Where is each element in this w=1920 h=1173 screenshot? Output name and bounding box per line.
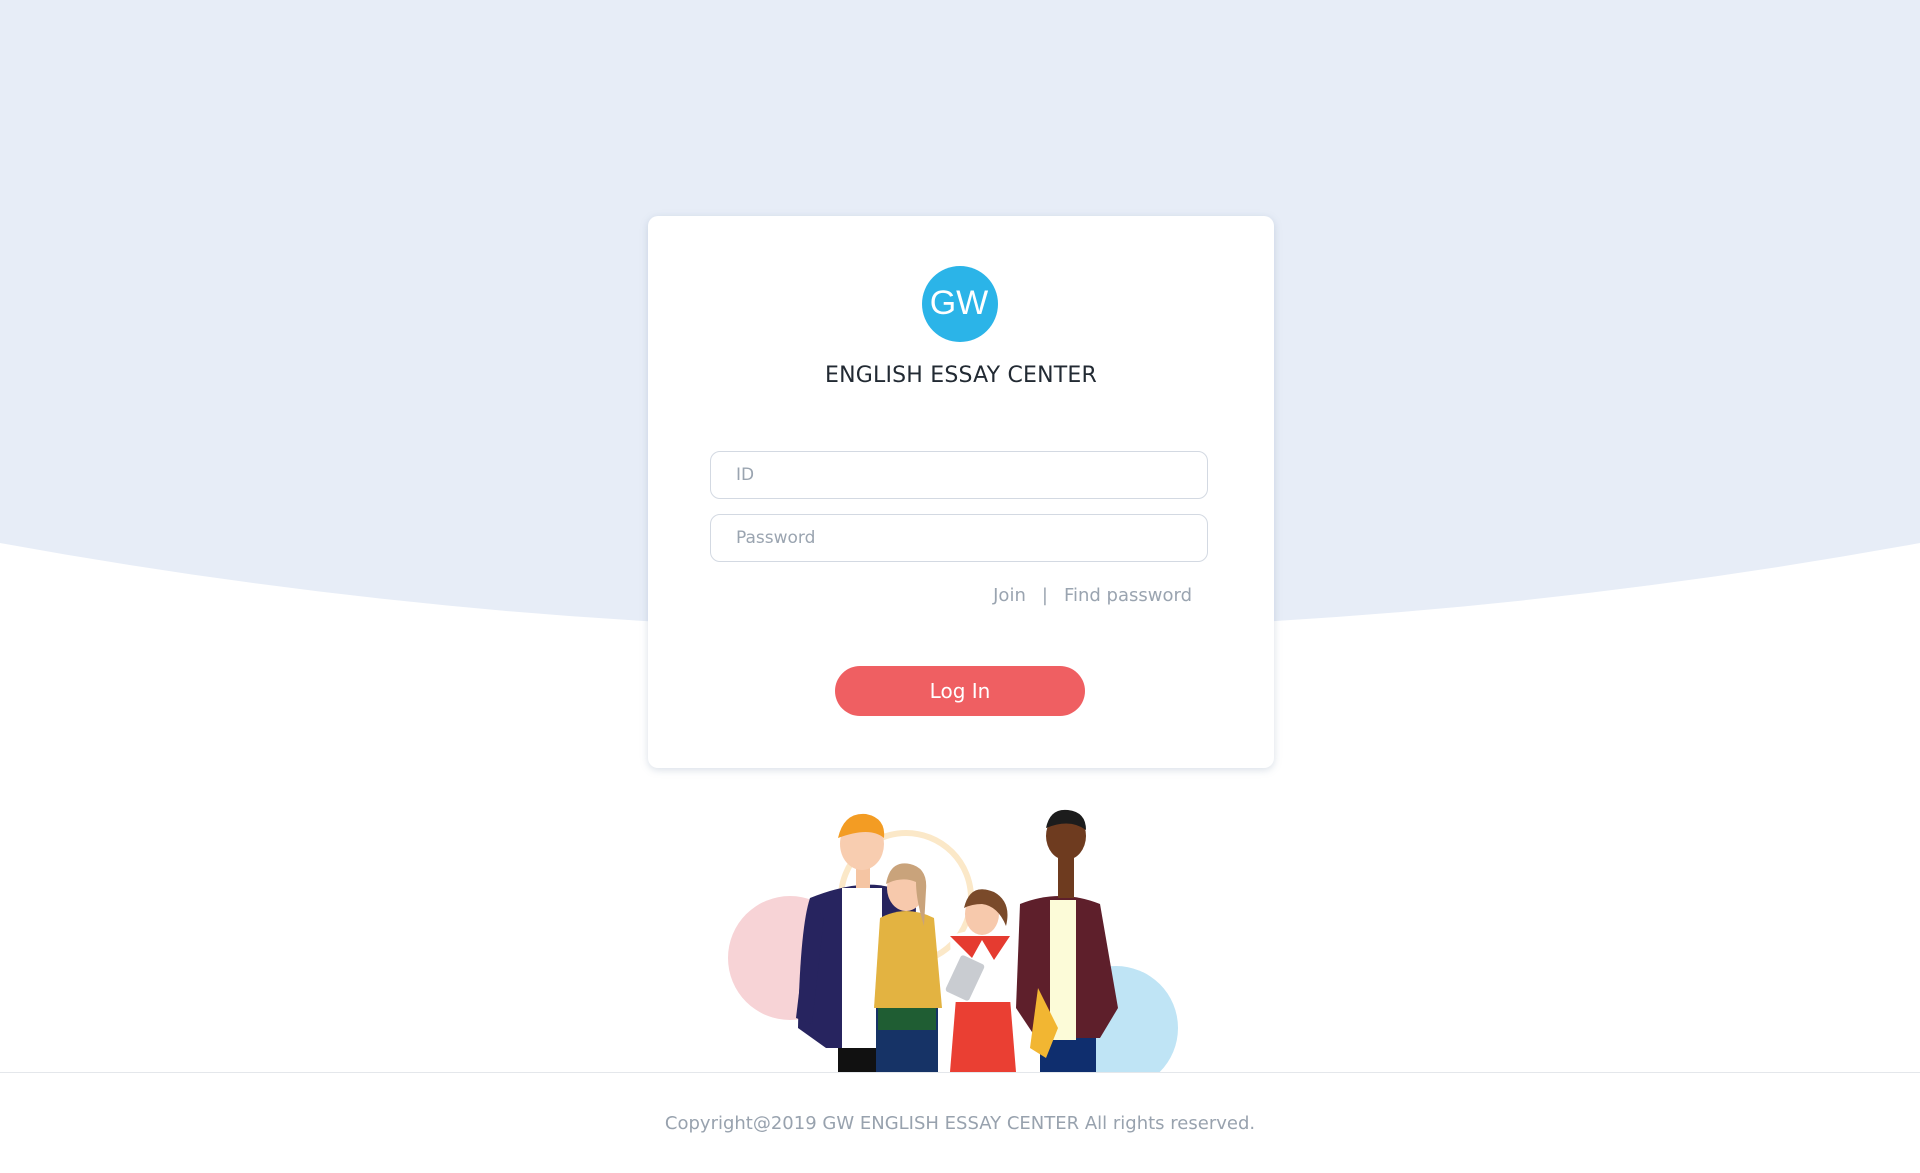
app-title: ENGLISH ESSAY CENTER: [824, 363, 1097, 388]
find-password-link[interactable]: Find password: [1064, 585, 1192, 606]
logo-text: GW: [930, 284, 989, 322]
login-card: GW ENGLISH ESSAY CENTER Join | Find pass…: [648, 216, 1274, 768]
account-links: Join | Find password: [993, 585, 1192, 606]
join-link[interactable]: Join: [993, 585, 1026, 606]
id-input[interactable]: [710, 451, 1208, 499]
copyright-text: Copyright@2019 GW ENGLISH ESSAY CENTER A…: [664, 1113, 1256, 1134]
login-button[interactable]: Log In: [835, 666, 1085, 716]
link-separator: |: [1041, 585, 1048, 606]
footer-divider: [0, 1072, 1920, 1073]
password-input[interactable]: [710, 514, 1208, 562]
login-page: GW ENGLISH ESSAY CENTER Join | Find pass…: [0, 0, 1920, 1173]
gw-logo-icon: GW: [922, 266, 998, 342]
people-group-illustration: A: [728, 809, 1178, 1072]
